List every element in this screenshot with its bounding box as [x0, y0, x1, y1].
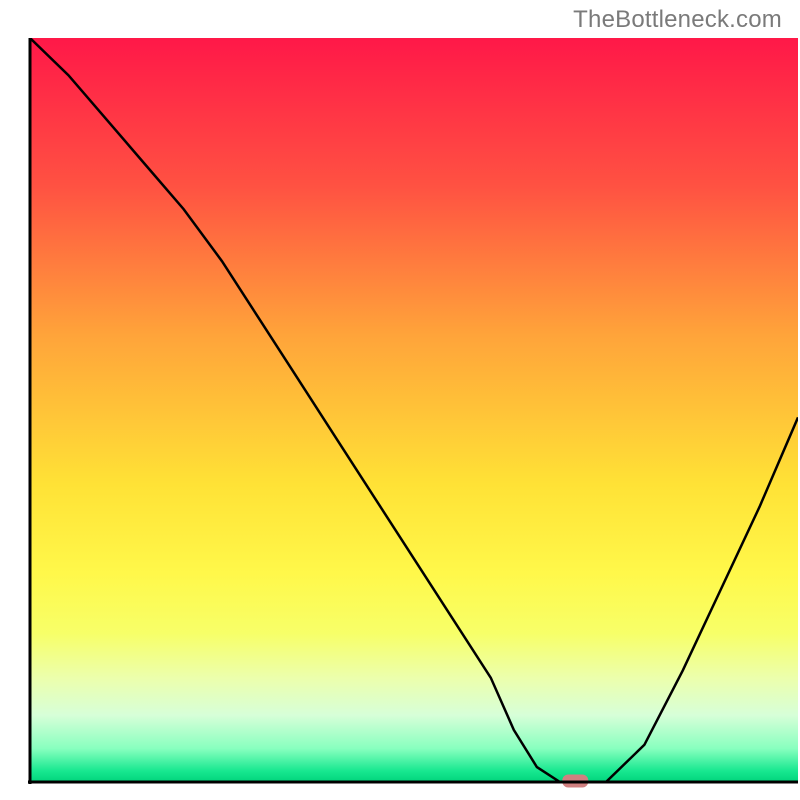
bottleneck-chart: [0, 0, 800, 800]
chart-stage: TheBottleneck.com: [0, 0, 800, 800]
